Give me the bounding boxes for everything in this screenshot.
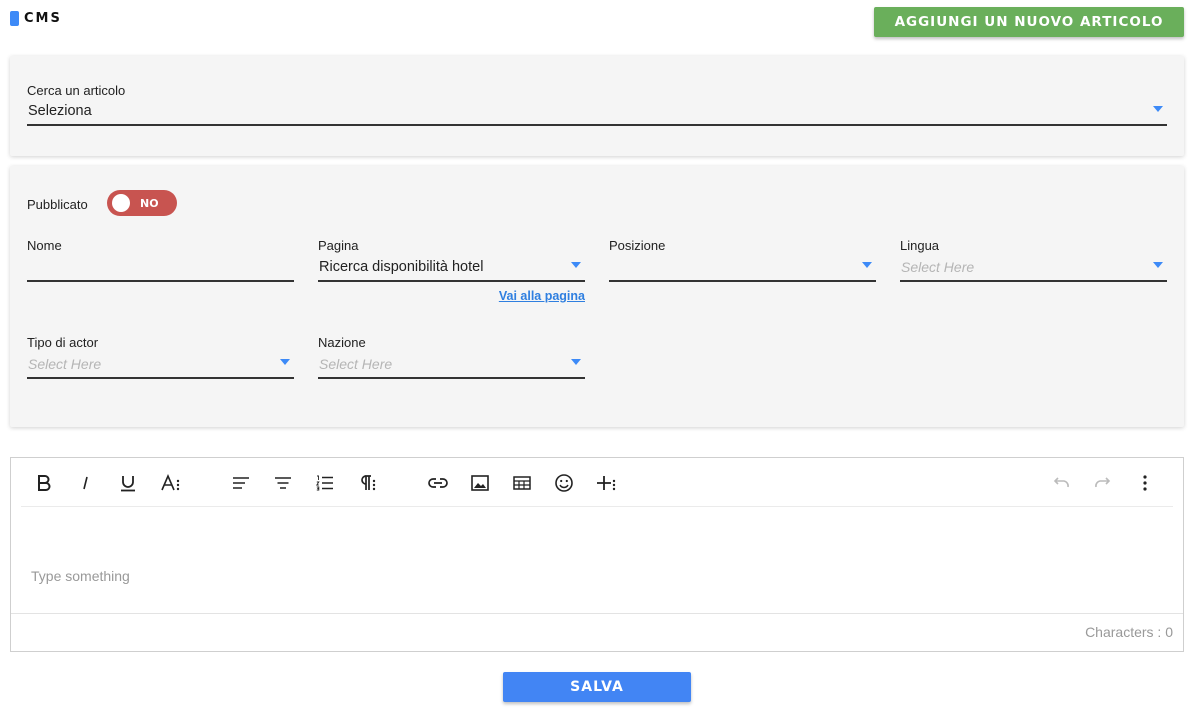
align-left-icon — [233, 477, 249, 489]
undo-button[interactable] — [1046, 468, 1076, 498]
toolbar-divider — [21, 506, 1173, 507]
insert-emoji-button[interactable] — [549, 468, 579, 498]
go-to-page-link[interactable]: Vai alla pagina — [499, 289, 585, 303]
redo-icon — [1095, 477, 1111, 488]
caret-down-icon — [1153, 106, 1163, 112]
plus-more-icon — [597, 476, 616, 491]
insert-table-button[interactable] — [507, 468, 537, 498]
position-label: Posizione — [609, 238, 666, 253]
underline-button[interactable] — [113, 468, 143, 498]
caret-down-icon — [571, 262, 581, 268]
page-label: Pagina — [318, 238, 359, 253]
paragraph-format-button[interactable] — [352, 468, 382, 498]
more-options-button[interactable] — [1130, 468, 1160, 498]
italic-button[interactable] — [71, 468, 101, 498]
insert-more-button[interactable] — [592, 468, 622, 498]
link-icon — [428, 478, 448, 488]
ordered-list-icon — [315, 475, 333, 491]
font-size-button[interactable] — [156, 468, 186, 498]
language-label: Lingua — [900, 238, 940, 253]
name-label: Nome — [27, 238, 62, 253]
align-center-icon — [275, 477, 291, 489]
character-counter: Characters : 0 — [1085, 624, 1173, 640]
toggle-knob — [112, 194, 130, 212]
save-button[interactable]: SALVA — [503, 672, 691, 702]
editor-footer: Characters : 0 — [11, 613, 1183, 651]
font-size-icon — [161, 473, 180, 491]
insert-image-button[interactable] — [465, 468, 495, 498]
page-select-value: Ricerca disponibilità hotel — [319, 259, 484, 275]
caret-down-icon — [571, 359, 581, 365]
character-counter-label: Characters : — [1085, 624, 1166, 640]
search-article-select[interactable]: Seleziona — [27, 100, 1167, 126]
article-form-card: Pubblicato NO Nome Pagina Ricerca dispon… — [10, 166, 1184, 427]
name-input[interactable] — [27, 256, 294, 282]
actor-type-select[interactable]: Select Here — [27, 353, 294, 379]
caret-down-icon — [1153, 262, 1163, 268]
editor-content-area[interactable]: Type something — [31, 568, 130, 584]
add-article-button[interactable]: AGGIUNGI UN NUOVO ARTICOLO — [874, 7, 1184, 37]
page-select[interactable]: Ricerca disponibilità hotel — [318, 256, 585, 282]
search-label: Cerca un articolo — [27, 83, 126, 98]
emoji-icon — [555, 474, 573, 492]
search-select-value: Seleziona — [28, 103, 92, 119]
logo-mark-icon — [10, 11, 19, 26]
nation-select[interactable]: Select Here — [318, 353, 585, 379]
position-select[interactable] — [609, 256, 876, 282]
actor-type-label: Tipo di actor — [27, 335, 99, 350]
rich-text-editor: Type something Characters : 0 — [10, 457, 1184, 652]
table-icon — [513, 476, 531, 490]
nation-label: Nazione — [318, 335, 366, 350]
align-center-button[interactable] — [268, 468, 298, 498]
align-left-button[interactable] — [226, 468, 256, 498]
language-select[interactable]: Select Here — [900, 256, 1167, 282]
published-label: Pubblicato — [27, 197, 88, 212]
undo-icon — [1053, 477, 1069, 488]
bold-icon — [38, 475, 51, 491]
italic-icon — [83, 476, 88, 490]
actor-type-placeholder: Select Here — [28, 356, 102, 372]
more-vertical-icon — [1143, 475, 1147, 491]
language-placeholder: Select Here — [901, 259, 975, 275]
character-counter-value: 0 — [1165, 624, 1173, 640]
redo-button[interactable] — [1088, 468, 1118, 498]
caret-down-icon — [280, 359, 290, 365]
toggle-state-text: NO — [140, 196, 159, 210]
bold-button[interactable] — [29, 468, 59, 498]
insert-link-button[interactable] — [423, 468, 453, 498]
ordered-list-button[interactable] — [310, 468, 340, 498]
editor-toolbar — [11, 458, 1183, 506]
published-toggle[interactable]: NO — [107, 190, 177, 216]
app-logo: CMS — [10, 11, 62, 26]
search-card: Cerca un articolo Seleziona — [10, 56, 1184, 156]
nation-placeholder: Select Here — [319, 356, 393, 372]
image-icon — [471, 475, 489, 491]
caret-down-icon — [862, 262, 872, 268]
paragraph-icon — [361, 475, 376, 491]
logo-text: CMS — [24, 11, 62, 26]
underline-icon — [121, 476, 135, 492]
